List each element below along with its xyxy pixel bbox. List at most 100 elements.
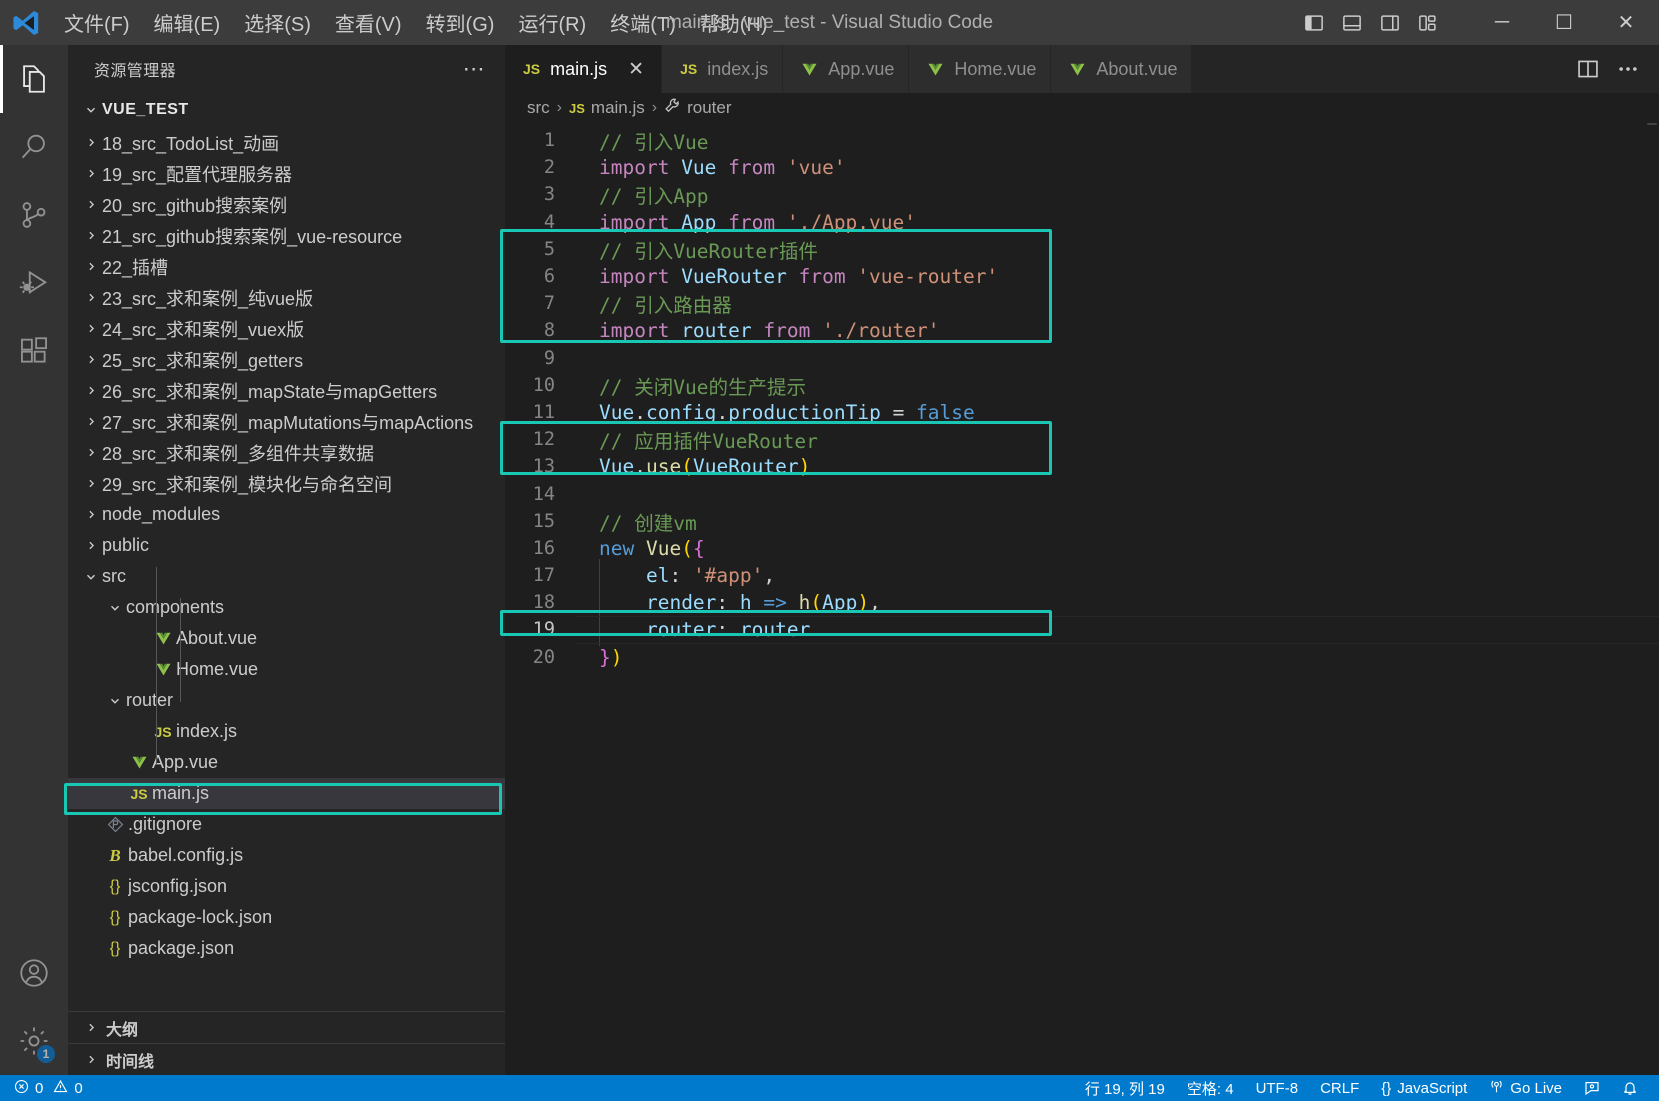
chevron-right-icon[interactable] [80,260,102,273]
chevron-right-icon[interactable] [80,322,102,335]
tree-item-package.json[interactable]: {} package.json [68,933,505,964]
tree-item-28_src_-_-[interactable]: 28_src_求和案例_多组件共享数据 [68,437,505,468]
code-line[interactable]: 2 import Vue from 'vue' [505,154,1659,181]
activity-extensions[interactable] [0,317,68,385]
code-editor[interactable]: 1 // 引入Vue 2 import Vue from 'vue' 3 // 引入App… [505,123,1659,1075]
breadcrumb-item-src[interactable]: src [527,98,550,118]
code-line[interactable]: 13 Vue.use(VueRouter) [505,453,1659,480]
code-line[interactable]: 20}) [505,644,1659,671]
code-line-text[interactable]: import VueRouter from 'vue-router' [577,265,998,288]
tree-item-main.js[interactable]: JS main.js [68,778,505,809]
menu-terminal[interactable]: 终端(T) [598,0,688,45]
code-line-text[interactable]: // 创建vm [577,507,697,536]
tree-item-router[interactable]: router [68,685,505,716]
chevron-right-icon[interactable] [80,291,102,304]
toggle-secondary-sidebar-icon[interactable] [1375,7,1405,39]
menu-file[interactable]: 文件(F) [52,0,142,45]
chevron-right-icon[interactable] [80,508,102,521]
chevron-right-icon[interactable] [80,136,102,149]
status-eol[interactable]: CRLF [1309,1075,1370,1101]
chevron-right-icon[interactable] [80,198,102,211]
tree-item-29_src_-_-[interactable]: 29_src_求和案例_模块化与命名空间 [68,468,505,499]
activity-run-debug[interactable] [0,249,68,317]
sidebar-panel-outline[interactable]: 大纲 [68,1011,505,1043]
status-notifications-icon[interactable] [1611,1075,1649,1101]
sidebar-panel-timeline[interactable]: 时间线 [68,1043,505,1075]
customize-layout-icon[interactable] [1413,7,1443,39]
code-line[interactable]: 19 router: router [505,613,1659,647]
code-line-text[interactable]: // 引入路由器 [577,289,732,318]
code-line-text[interactable]: Vue.config.productionTip = false [577,401,975,424]
close-icon[interactable]: ✕ [625,58,647,81]
activity-source-control[interactable] [0,181,68,249]
tree-item-index.js[interactable]: JS index.js [68,716,505,747]
status-feedback-icon[interactable] [1573,1075,1611,1101]
code-line[interactable]: 8 import router from './router' [505,317,1659,344]
code-line[interactable]: 5 // 引入VueRouter插件 [505,236,1659,263]
toggle-panel-icon[interactable] [1337,7,1367,39]
code-line-text[interactable]: import router from './router' [577,319,939,342]
tree-item-jsconfig.json[interactable]: {} jsconfig.json [68,871,505,902]
status-problems[interactable]: 0 0 [14,1075,94,1101]
code-line-text[interactable]: new Vue({ [577,537,705,560]
editor-tab-index-js[interactable]: JS index.js [662,45,784,93]
tree-item-21_src_github-_vue-resource[interactable]: 21_src_github搜索案例_vue-resource [68,220,505,251]
status-indentation[interactable]: 空格: 4 [1176,1075,1245,1101]
status-encoding[interactable]: UTF-8 [1245,1075,1310,1101]
tree-item-18_src_todolist_-[interactable]: 18_src_TodoList_动画 [68,127,505,158]
menu-selection[interactable]: 选择(S) [232,0,323,45]
tree-item-23_src_-_-vue-[interactable]: 23_src_求和案例_纯vue版 [68,282,505,313]
tree-item-.gitignore[interactable]: .gitignore [68,809,505,840]
tree-item-25_src_-_getters[interactable]: 25_src_求和案例_getters [68,344,505,375]
editor-tab-app-vue[interactable]: App.vue [783,45,910,93]
code-line[interactable]: 15 // 创建vm [505,508,1659,535]
chevron-right-icon[interactable] [80,477,102,490]
tree-item-public[interactable]: public [68,530,505,561]
code-line[interactable]: 7 // 引入路由器 [505,290,1659,317]
code-line-text[interactable]: render: h => h(App), [577,586,881,620]
code-lines[interactable]: 1 // 引入Vue 2 import Vue from 'vue' 3 // 引入App… [505,123,1659,671]
editor-tab-main-js[interactable]: JS main.js ✕ [505,45,663,93]
menu-edit[interactable]: 编辑(E) [142,0,233,45]
editor-tabs[interactable]: JS main.js ✕ JS index.js App.vue Home.vue About… [505,45,1193,93]
code-line[interactable]: 1 // 引入Vue [505,127,1659,154]
code-line[interactable]: 4 import App from './App.vue' [505,209,1659,236]
tree-item-home.vue[interactable]: Home.vue [68,654,505,685]
code-line-text[interactable]: router: router [577,613,810,647]
code-line[interactable]: 9 [505,345,1659,372]
menu-go[interactable]: 转到(G) [414,0,507,45]
file-tree[interactable]: VUE_TEST 18_src_TodoList_动画 19_src_配置代理服务… [68,93,505,1011]
chevron-right-icon[interactable] [80,229,102,242]
tree-item-babel.config.js[interactable]: Bbabel.config.js [68,840,505,871]
code-line[interactable]: 6 import VueRouter from 'vue-router' [505,263,1659,290]
explorer-more-actions-icon[interactable]: ⋯ [455,58,493,80]
code-line[interactable]: 18 render: h => h(App), [505,586,1659,620]
chevron-down-icon[interactable] [104,601,126,615]
window-minimize-button[interactable]: ─ [1471,0,1533,45]
tree-item-node_modules[interactable]: node_modules [68,499,505,530]
breadcrumb-item-router[interactable]: router [664,97,732,119]
window-maximize-button[interactable]: ☐ [1533,0,1595,45]
code-line-text[interactable]: // 引入VueRouter插件 [577,235,818,264]
tree-item-19_src_-[interactable]: 19_src_配置代理服务器 [68,158,505,189]
tree-item-about.vue[interactable]: About.vue [68,623,505,654]
file-tree-rows[interactable]: 18_src_TodoList_动画 19_src_配置代理服务器 20_src_g… [68,127,505,964]
status-go-live[interactable]: Go Live [1478,1075,1573,1101]
activity-accounts[interactable] [0,939,68,1007]
chevron-right-icon[interactable] [80,539,102,552]
editor-tab-home-vue[interactable]: Home.vue [909,45,1052,93]
code-line-text[interactable]: import App from './App.vue' [577,211,916,234]
tree-item-27_src_-_mapmutations-mapactions[interactable]: 27_src_求和案例_mapMutations与mapActions [68,406,505,437]
breadcrumb-item-mainjs[interactable]: JS main.js [569,98,645,118]
window-close-button[interactable]: ✕ [1595,0,1657,45]
code-line[interactable]: 3 // 引入App [505,181,1659,208]
tree-item-components[interactable]: components [68,592,505,623]
tree-item-20_src_github-[interactable]: 20_src_github搜索案例 [68,189,505,220]
code-line-text[interactable]: // 应用插件VueRouter [577,425,818,454]
code-line[interactable]: 10 // 关闭Vue的生产提示 [505,372,1659,399]
chevron-down-icon[interactable] [80,570,102,584]
activity-search[interactable] [0,113,68,181]
split-editor-right-button[interactable] [1571,52,1605,86]
menu-view[interactable]: 查看(V) [323,0,414,45]
chevron-right-icon[interactable] [80,446,102,459]
